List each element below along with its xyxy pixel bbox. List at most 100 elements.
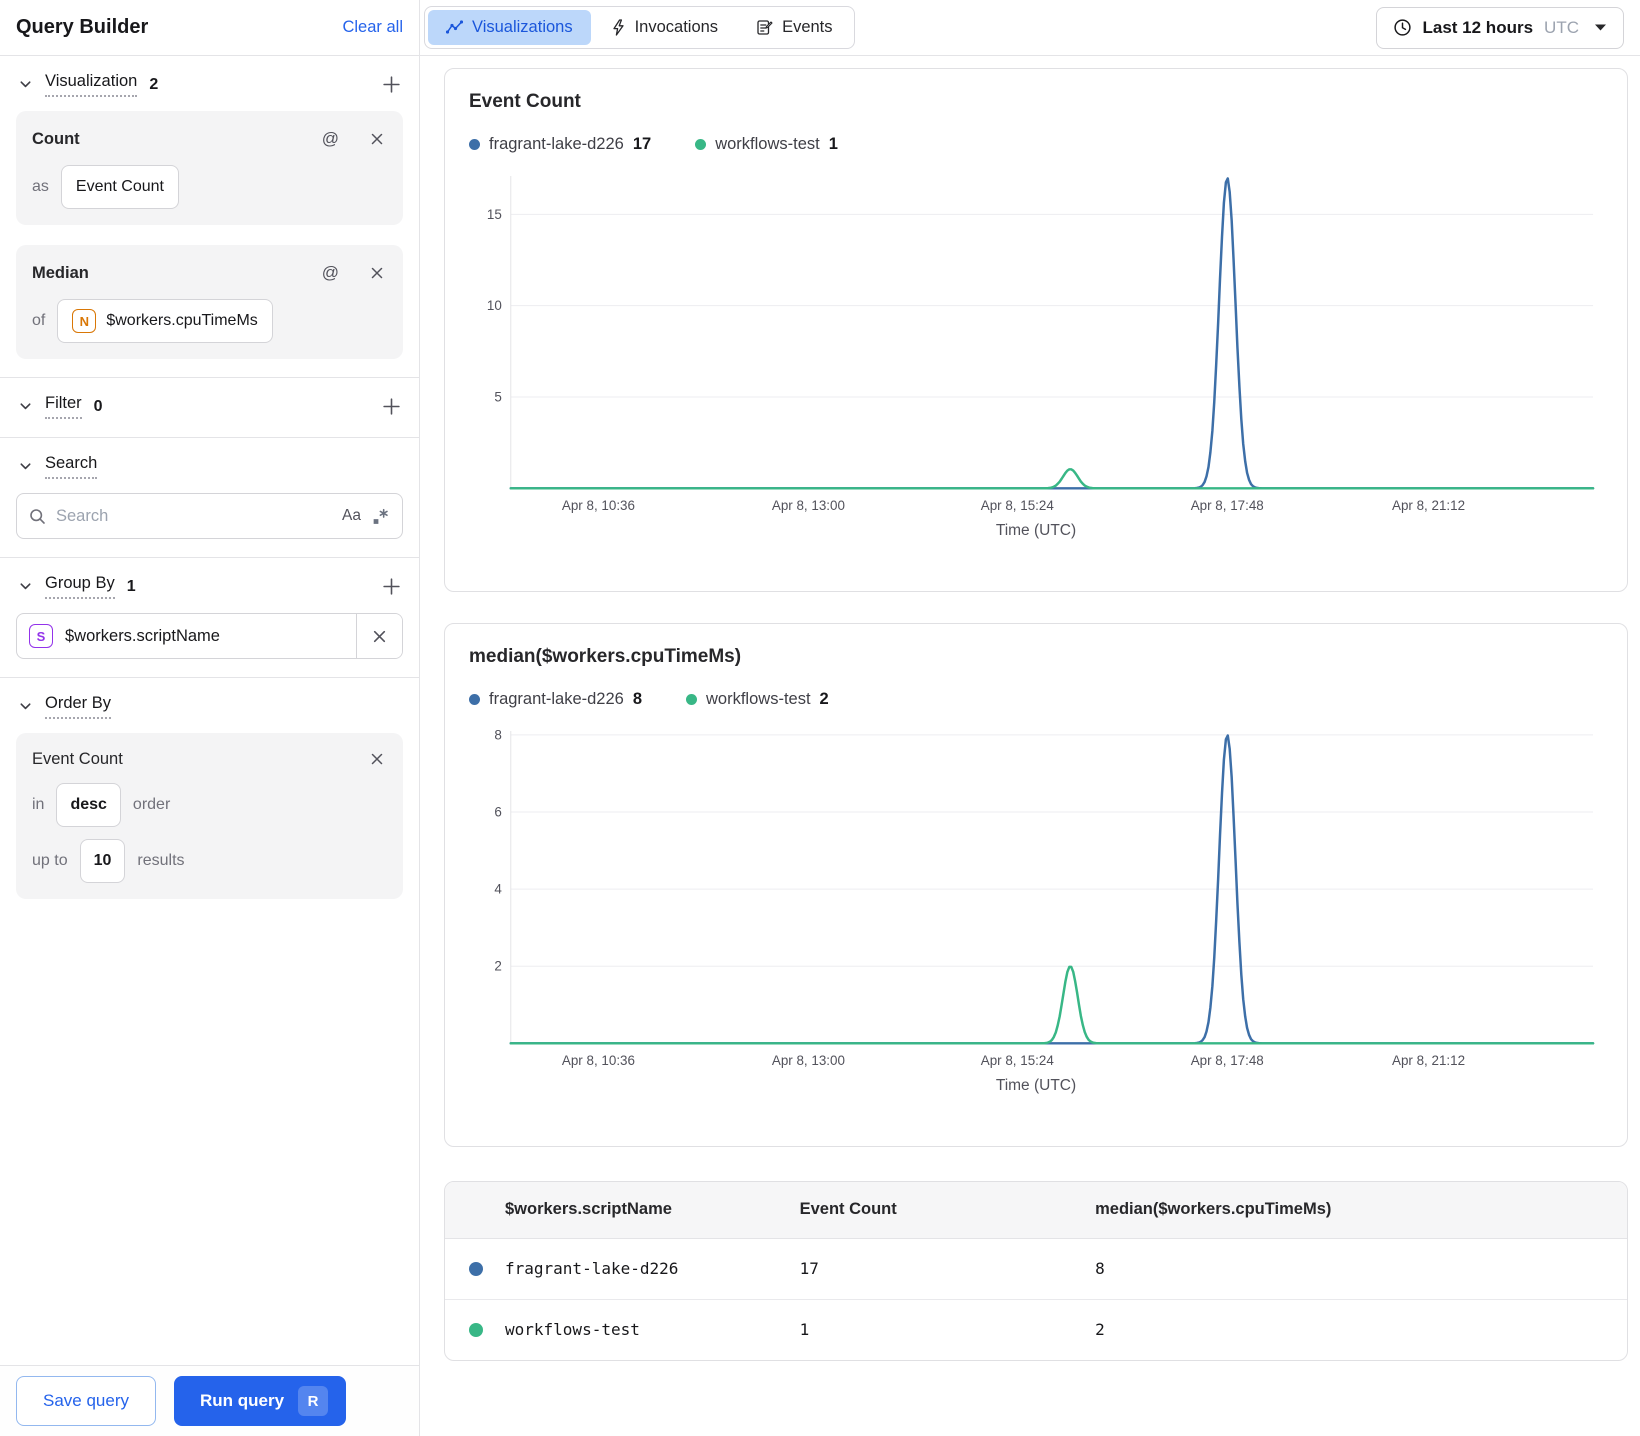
visualization-card-title: Count — [32, 129, 80, 148]
result-limit-input[interactable]: 10 — [79, 839, 126, 883]
svg-text:Apr 8, 13:00: Apr 8, 13:00 — [772, 1053, 845, 1068]
visualizations-icon — [446, 20, 463, 35]
svg-text:Apr 8, 15:24: Apr 8, 15:24 — [981, 1053, 1055, 1068]
svg-text:4: 4 — [494, 882, 502, 897]
search-section-header: Search — [16, 454, 403, 479]
group-by-field[interactable]: S $workers.scriptName — [16, 613, 403, 659]
results-table: $workers.scriptName Event Count median($… — [445, 1182, 1627, 1360]
visualization-card-title: Median — [32, 263, 89, 282]
time-range-selector[interactable]: Last 12 hours UTC — [1375, 6, 1624, 49]
sidebar-body: Visualization 2 Count @ as Event Count M… — [0, 56, 419, 1365]
chevron-down-icon[interactable] — [16, 75, 35, 94]
as-label: as — [32, 178, 49, 195]
table-header-row: $workers.scriptName Event Count median($… — [445, 1182, 1627, 1239]
script-name-cell: fragrant-lake-d226 — [445, 1238, 800, 1299]
run-query-button[interactable]: Run query R — [174, 1376, 347, 1426]
visualization-alias-field[interactable]: Event Count — [60, 165, 179, 209]
chart-legend: fragrant-lake-d226 17 workflows-test 1 — [469, 135, 1603, 154]
tab-label: Events — [782, 18, 833, 36]
svg-text:Apr 8, 10:36: Apr 8, 10:36 — [562, 1053, 635, 1068]
legend-series-name: workflows-test — [715, 135, 820, 153]
legend-series-name: fragrant-lake-d226 — [489, 135, 624, 153]
tab-invocations[interactable]: Invocations — [593, 10, 736, 45]
chart-legend: fragrant-lake-d226 8 workflows-test 2 — [469, 690, 1603, 709]
svg-text:5: 5 — [494, 389, 501, 404]
legend-item[interactable]: workflows-test 1 — [695, 135, 838, 154]
remove-group-by-icon[interactable] — [356, 614, 402, 658]
at-mention-icon[interactable]: @ — [320, 261, 341, 285]
tab-label: Invocations — [634, 18, 719, 36]
table-row: fragrant-lake-d226 17 8 — [445, 1238, 1627, 1299]
caret-down-icon — [1594, 23, 1607, 32]
visualization-field-value: $workers.cpuTimeMs — [106, 312, 258, 329]
visualization-card-median: Median @ of N $workers.cpuTimeMs — [16, 245, 403, 359]
filter-section-label: Filter — [45, 394, 82, 419]
sidebar-header: Query Builder Clear all — [0, 0, 419, 56]
svg-text:Apr 8, 21:12: Apr 8, 21:12 — [1392, 498, 1465, 513]
remove-visualization-icon[interactable] — [367, 263, 387, 283]
group-by-section-header: Group By 1 — [16, 574, 403, 599]
search-section-label: Search — [45, 454, 98, 479]
at-mention-icon[interactable]: @ — [320, 127, 341, 151]
section-group-by: Group By 1 S $workers.scriptName — [0, 558, 419, 678]
group-by-section-label: Group By — [45, 574, 115, 599]
regex-icon[interactable] — [371, 507, 390, 526]
chart-title: median($workers.cpuTimeMs) — [469, 646, 742, 667]
sidebar-title: Query Builder — [16, 16, 149, 38]
median-cputime-chart-card: median($workers.cpuTimeMs) fragrant-lake… — [444, 623, 1628, 1147]
remove-visualization-icon[interactable] — [367, 129, 387, 149]
visualization-alias-value: Event Count — [75, 178, 164, 195]
search-input[interactable] — [56, 506, 333, 526]
chart-title: Event Count — [469, 91, 581, 112]
time-range-value: Last 12 hours — [1422, 17, 1534, 37]
svg-text:15: 15 — [487, 207, 502, 222]
save-query-button[interactable]: Save query — [16, 1376, 156, 1426]
section-visualization: Visualization 2 Count @ as Event Count M… — [0, 56, 419, 378]
number-type-icon: N — [72, 309, 97, 333]
add-visualization-button[interactable] — [380, 73, 403, 96]
tab-visualizations[interactable]: Visualizations — [428, 10, 591, 45]
chevron-down-icon[interactable] — [16, 457, 35, 476]
match-case-icon[interactable]: Aa — [342, 507, 361, 525]
legend-item[interactable]: fragrant-lake-d226 8 — [469, 690, 642, 709]
remove-order-by-icon[interactable] — [367, 749, 387, 769]
group-by-count: 1 — [126, 577, 136, 595]
legend-item[interactable]: fragrant-lake-d226 17 — [469, 135, 651, 154]
visualization-section-label: Visualization — [45, 72, 138, 97]
chevron-down-icon[interactable] — [16, 697, 35, 716]
run-query-shortcut-badge: R — [298, 1386, 329, 1416]
legend-series-name: fragrant-lake-d226 — [489, 690, 624, 708]
main-header: Visualizations Invocations Events Last 1… — [420, 0, 1640, 56]
tab-events[interactable]: Events — [738, 10, 850, 45]
visualization-field-selector[interactable]: N $workers.cpuTimeMs — [57, 299, 273, 343]
legend-dot — [469, 694, 480, 705]
x-axis-label: Time (UTC) — [995, 1077, 1077, 1095]
legend-item[interactable]: workflows-test 2 — [686, 690, 829, 709]
add-filter-button[interactable] — [380, 395, 403, 418]
add-group-by-button[interactable] — [380, 575, 403, 598]
clock-icon — [1393, 18, 1412, 37]
column-header-script-name: $workers.scriptName — [445, 1182, 800, 1239]
column-header-event-count: Event Count — [799, 1182, 1096, 1239]
results-table-card: $workers.scriptName Event Count median($… — [444, 1181, 1628, 1361]
event-count-cell: 1 — [799, 1298, 1096, 1360]
events-icon — [756, 19, 773, 36]
x-axis-label: Time (UTC) — [995, 522, 1077, 540]
section-search: Search Aa — [0, 438, 419, 558]
clear-all-link[interactable]: Clear all — [342, 18, 403, 37]
section-order-by: Order By Event Count in desc order up to… — [0, 678, 419, 917]
svg-text:Apr 8, 21:12: Apr 8, 21:12 — [1392, 1053, 1465, 1068]
chevron-down-icon[interactable] — [16, 577, 35, 596]
series-color-dot — [469, 1261, 483, 1276]
run-query-label: Run query — [200, 1391, 285, 1410]
svg-text:Apr 8, 15:24: Apr 8, 15:24 — [981, 498, 1055, 513]
order-direction-select[interactable]: desc — [56, 783, 121, 827]
filter-section-header: Filter 0 — [16, 394, 403, 419]
legend-series-value: 8 — [632, 690, 643, 708]
order-label: order — [132, 796, 171, 813]
chevron-down-icon[interactable] — [16, 397, 35, 416]
legend-series-name: workflows-test — [706, 690, 811, 708]
svg-text:6: 6 — [494, 804, 501, 819]
query-builder-sidebar: Query Builder Clear all Visualization 2 — [0, 0, 420, 1436]
order-by-card: Event Count in desc order up to 10 resul… — [16, 733, 403, 899]
